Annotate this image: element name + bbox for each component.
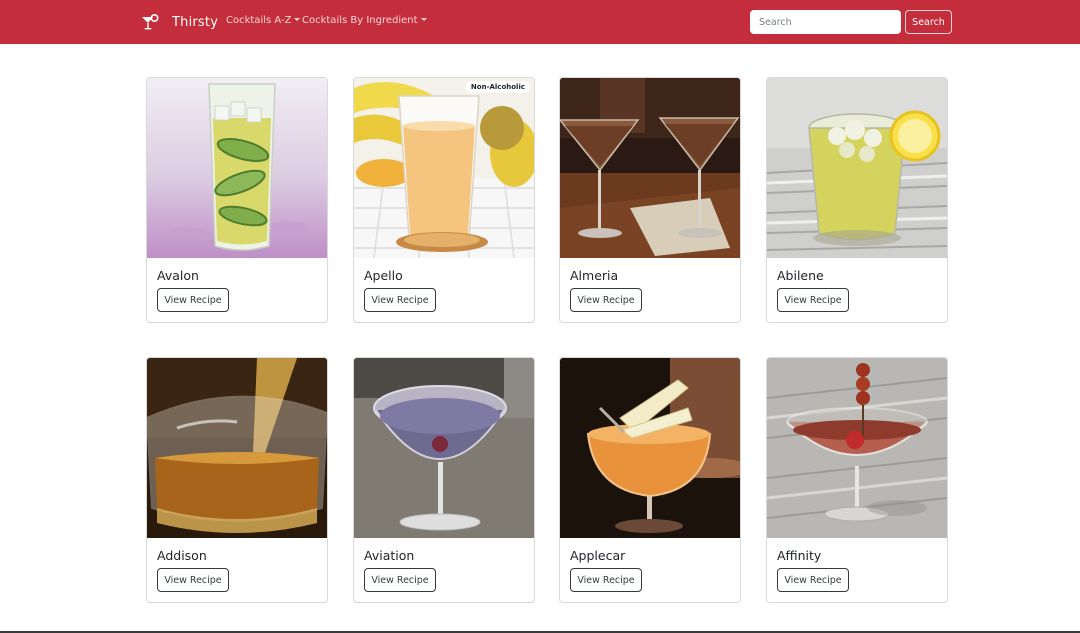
nav-cocktails-az-dropdown[interactable]: Cocktails A-Z [226,15,301,26]
cocktail-name: Avalon [157,268,199,283]
nav-cocktails-az-label: Cocktails A-Z [226,15,292,26]
cocktail-name: Affinity [777,548,822,563]
search-button[interactable]: Search [905,10,952,34]
iced-lemon-drink-image [767,78,947,258]
cocktail-name: Almeria [570,268,619,283]
nav-cocktails-by-ingredient-label: Cocktails By Ingredient [302,15,418,26]
cocktail-image-addison [147,358,327,538]
highball-cucumber-drink-image [147,78,327,258]
top-navbar: Thirsty Cocktails A-Z Cocktails By Ingre… [0,0,1080,44]
cherry-garnish-cocktail-image [767,358,947,538]
view-recipe-button[interactable]: View Recipe [777,288,849,312]
cocktail-name: Addison [157,548,207,563]
view-recipe-button[interactable]: View Recipe [157,568,229,592]
cocktail-image-avalon [147,78,327,258]
brand-link[interactable]: Thirsty [141,11,218,33]
cocktail-card-almeria: Almeria View Recipe [559,77,741,323]
view-recipe-button[interactable]: View Recipe [777,568,849,592]
cocktail-image-almeria [560,78,740,258]
cocktail-glass-icon [142,13,159,30]
juice-glass-with-bananas-image [354,78,534,258]
apple-garnish-cocktail-image [560,358,740,538]
cocktail-image-applecar [560,358,740,538]
cocktail-name: Applecar [570,548,626,563]
cocktail-card-applecar: Applecar View Recipe [559,357,741,603]
view-recipe-button[interactable]: View Recipe [364,568,436,592]
cocktail-card-avalon: Avalon View Recipe [146,77,328,323]
cocktail-name: Aviation [364,548,415,563]
search-input[interactable] [750,10,901,34]
cocktail-card-abilene: Abilene View Recipe [766,77,948,323]
cocktail-name: Apello [364,268,403,283]
cocktail-image-affinity [767,358,947,538]
pouring-amber-drink-image [147,358,327,538]
view-recipe-button[interactable]: View Recipe [570,568,642,592]
non-alcoholic-badge: Non-Alcoholic [465,81,530,93]
cocktail-card-aviation: Aviation View Recipe [353,357,535,603]
view-recipe-button[interactable]: View Recipe [157,288,229,312]
view-recipe-button[interactable]: View Recipe [364,288,436,312]
cocktail-image-aviation [354,358,534,538]
chevron-down-icon [294,18,301,21]
cocktail-image-apello: Non-Alcoholic [354,78,534,258]
cocktail-card-affinity: Affinity View Recipe [766,357,948,603]
chevron-down-icon [420,18,427,21]
view-recipe-button[interactable]: View Recipe [570,288,642,312]
two-martini-glasses-image [560,78,740,258]
cocktail-name: Abilene [777,268,824,283]
nav-cocktails-by-ingredient-dropdown[interactable]: Cocktails By Ingredient [302,15,427,26]
cocktail-image-abilene [767,78,947,258]
purple-cocktail-glass-image [354,358,534,538]
cocktail-card-apello: Non-Alcoholic Apello View Recipe [353,77,535,323]
brand-name: Thirsty [172,14,219,30]
cocktail-card-addison: Addison View Recipe [146,357,328,603]
